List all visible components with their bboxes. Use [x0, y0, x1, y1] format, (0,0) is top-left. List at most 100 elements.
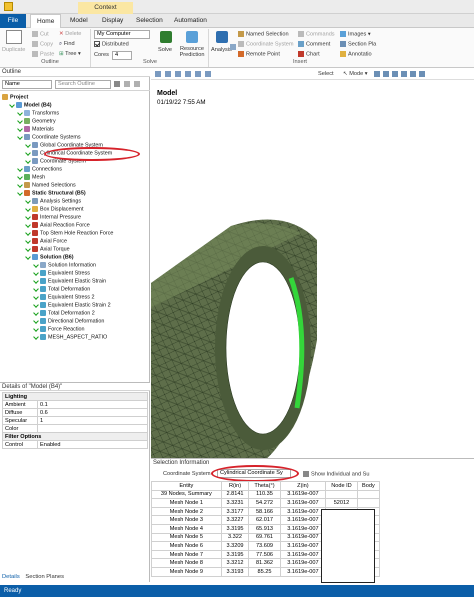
pan-icon[interactable]	[165, 71, 171, 77]
tree-item[interactable]: Analysis Settings	[2, 198, 148, 206]
find-button[interactable]: ⌕ Find	[59, 41, 75, 48]
tree-item[interactable]: Materials	[2, 126, 148, 134]
zoom-icon[interactable]	[155, 71, 161, 77]
tab-automation[interactable]: Automation	[168, 14, 213, 28]
tab-file[interactable]: File	[0, 14, 26, 28]
tree-item[interactable]: Static Structural (B5)	[2, 190, 148, 198]
face-select-icon[interactable]	[392, 71, 398, 77]
context-tab[interactable]: Context	[78, 2, 133, 14]
tree-item[interactable]: Force Reaction	[2, 326, 148, 334]
cut-button[interactable]: Cut	[32, 31, 49, 37]
box-zoom-icon[interactable]	[195, 71, 201, 77]
analysis-icon	[216, 31, 228, 43]
tab-model[interactable]: Model	[64, 14, 94, 28]
coordinate-system-button[interactable]: Coordinate System	[238, 41, 294, 47]
detail-value[interactable]: Enabled	[37, 440, 148, 449]
edge-select-icon[interactable]	[383, 71, 389, 77]
column-header[interactable]: Theta(°)	[248, 481, 281, 491]
element-select-icon[interactable]	[419, 71, 425, 77]
detail-value[interactable]: 0.6	[37, 408, 148, 417]
column-header[interactable]: Entity	[151, 481, 222, 491]
expand-icon[interactable]	[124, 81, 130, 87]
tree-item[interactable]: Equivalent Stress 2	[2, 294, 148, 302]
paste-button[interactable]: Paste	[32, 51, 54, 57]
named-selection-button[interactable]: Named Selection	[238, 31, 289, 37]
tree-item[interactable]: Box Displacement	[2, 206, 148, 214]
tree-item[interactable]: Geometry	[2, 118, 148, 126]
detail-value[interactable]: 1	[37, 416, 148, 425]
filter-icon[interactable]	[114, 81, 120, 87]
annotation-button[interactable]: Annotatio	[340, 51, 372, 57]
select-button[interactable]: Select	[318, 71, 334, 77]
delete-button[interactable]: ✕ Delete	[59, 31, 81, 37]
tree-button[interactable]: ⊞ Tree ▾	[59, 51, 81, 57]
body-select-icon[interactable]	[401, 71, 407, 77]
tree-item[interactable]: Axial Force	[2, 238, 148, 246]
collapse-icon[interactable]	[134, 81, 140, 87]
rotate-icon[interactable]	[175, 71, 181, 77]
comment-button[interactable]: Comment	[298, 41, 330, 47]
vertex-select-icon[interactable]	[374, 71, 380, 77]
view-icon[interactable]	[205, 71, 211, 77]
chart-button[interactable]: Chart	[298, 51, 320, 57]
column-header[interactable]: Node ID	[325, 481, 358, 491]
mode-button[interactable]: ↖ Mode ▾	[343, 71, 368, 77]
tree-item[interactable]: MESH_ASPECT_RATIO	[2, 334, 148, 342]
node-select-icon[interactable]	[410, 71, 416, 77]
tree-item[interactable]: Named Selections	[2, 182, 148, 190]
tree-item[interactable]: Equivalent Stress	[2, 270, 148, 278]
tree-item[interactable]: Coordinate Systems	[2, 134, 148, 142]
tree-item[interactable]: Transforms	[2, 110, 148, 118]
tree-item[interactable]: Project	[2, 94, 148, 102]
column-header[interactable]: Z(in)	[279, 481, 327, 491]
tab-details[interactable]: Details	[2, 574, 20, 580]
resource-prediction-button[interactable]: Resource Prediction	[178, 46, 206, 58]
viewport-toolbar: Select ↖ Mode ▾	[151, 68, 474, 80]
outline-name-filter[interactable]: Name	[2, 80, 52, 89]
fit-icon[interactable]	[185, 71, 191, 77]
filter-options-group[interactable]: Filter Options	[2, 432, 148, 441]
tree-item[interactable]: Total Deformation 2	[2, 310, 148, 318]
duplicate-button[interactable]: Duplicate	[2, 47, 25, 53]
column-header[interactable]: Body	[356, 481, 381, 491]
tree-item[interactable]: Connections	[2, 166, 148, 174]
tree-item[interactable]: Solution Information	[2, 262, 148, 270]
distributed-checkbox[interactable]: Distributed	[94, 41, 129, 47]
copy-button[interactable]: Copy	[32, 41, 53, 47]
table-cell: 77.506	[248, 549, 281, 560]
detail-value[interactable]: 0.1	[37, 400, 148, 409]
tree-node-icon	[32, 214, 38, 221]
solve-button[interactable]: Solve	[158, 47, 172, 53]
tab-display[interactable]: Display	[96, 14, 129, 28]
graphics-viewport[interactable]: Select ↖ Mode ▾ Model 01/19/22 7:55 AM	[151, 68, 474, 462]
summary-row[interactable]: 39 Nodes, Summary 2.8141 110.35 3.1619e-007	[151, 489, 381, 500]
table-cell: 3.1619e-007	[279, 506, 327, 517]
tree-item[interactable]: Model (B4)	[2, 102, 148, 110]
images-button[interactable]: Images ▾	[340, 31, 371, 37]
tree-item[interactable]: Total Deformation	[2, 286, 148, 294]
tree-item[interactable]: Mesh	[2, 174, 148, 182]
tree-item[interactable]: Axial Torque	[2, 246, 148, 254]
tab-selection[interactable]: Selection	[130, 14, 169, 28]
tree-item[interactable]: Equivalent Elastic Strain	[2, 278, 148, 286]
tree-item-label: Transforms	[32, 110, 60, 117]
outline-search-input[interactable]: Search Outline	[55, 80, 111, 89]
column-header[interactable]: R(in)	[220, 481, 250, 491]
lighting-group[interactable]: Lighting	[2, 392, 148, 401]
section-plane-button[interactable]: Section Pla	[340, 41, 376, 47]
cores-input[interactable]: 4	[112, 51, 132, 60]
solve-target-select[interactable]: My Computer	[94, 30, 150, 39]
analysis-button[interactable]: Analysis	[211, 47, 232, 53]
show-individual-toggle[interactable]: Show Individual and Su	[303, 471, 369, 477]
tree-item[interactable]: Internal Pressure	[2, 214, 148, 222]
commands-button[interactable]: Commands	[298, 31, 335, 37]
detail-value[interactable]	[37, 424, 148, 433]
tree-item[interactable]: Solution (B6)	[2, 254, 148, 262]
table-cell: 58.166	[248, 506, 281, 517]
remote-point-button[interactable]: Remote Point	[238, 51, 280, 57]
tree-item[interactable]: Directional Deformation	[2, 318, 148, 326]
tree-item[interactable]: Equivalent Elastic Strain 2	[2, 302, 148, 310]
tab-section-planes[interactable]: Section Planes	[25, 574, 64, 580]
table-row[interactable]: Mesh Node 1 3.3231 54.272 3.1619e-007 52012	[151, 498, 381, 508]
tab-home[interactable]: Home	[30, 14, 62, 28]
